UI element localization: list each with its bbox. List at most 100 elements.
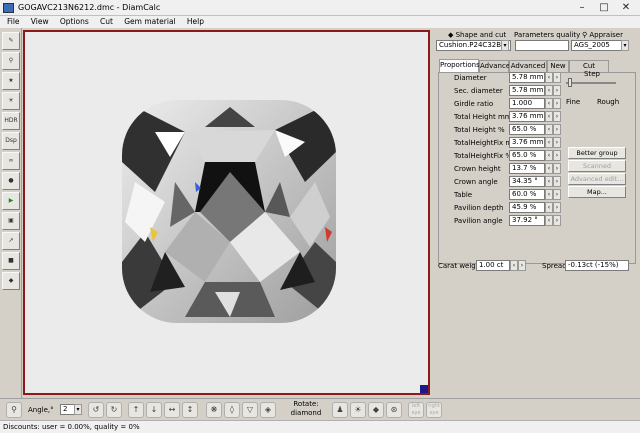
magnify-icon[interactable]: ⚲	[6, 402, 22, 418]
param-quality-field[interactable]	[515, 40, 569, 51]
title-bar: GOGAVC213N6212.dmc - DiamCalc – □ ✕	[0, 0, 640, 16]
param-increment-button[interactable]: ›	[553, 215, 561, 226]
carat-weight-field[interactable]: 1.00 ct	[476, 260, 510, 271]
param-decrement-button[interactable]: ‹	[545, 111, 553, 122]
render-icon[interactable]: ★	[2, 72, 20, 90]
flip-v-icon[interactable]: ↕	[182, 402, 198, 418]
menu-cut[interactable]: Cut	[100, 17, 113, 26]
tilt-down-icon[interactable]: ↓	[146, 402, 162, 418]
angle-dropdown-icon[interactable]: ▾	[74, 404, 82, 415]
param-decrement-button[interactable]: ‹	[545, 98, 553, 109]
param-value-field[interactable]: 65.0 %	[509, 150, 545, 161]
tab-advanced-2[interactable]: Advanced 2	[509, 60, 547, 81]
step-slider-thumb[interactable]	[568, 78, 572, 87]
param-decrement-button[interactable]: ‹	[545, 150, 553, 161]
gem-icon[interactable]: ◆	[368, 402, 384, 418]
better-group-button[interactable]: Better group	[568, 147, 626, 159]
export-icon[interactable]: ↗	[2, 232, 20, 250]
param-increment-button[interactable]: ›	[553, 150, 561, 161]
maximize-button[interactable]: □	[594, 1, 614, 15]
advanced-edit-button[interactable]: Advanced edit...	[568, 173, 626, 185]
carat-spin-down[interactable]: ‹	[510, 260, 518, 271]
param-increment-button[interactable]: ›	[553, 176, 561, 187]
param-decrement-button[interactable]: ‹	[545, 85, 553, 96]
param-increment-button[interactable]: ›	[553, 85, 561, 96]
tab-new[interactable]: New	[547, 60, 569, 72]
menu-file[interactable]: File	[7, 17, 20, 26]
map-button[interactable]: Map...	[568, 186, 626, 198]
param-increment-button[interactable]: ›	[553, 124, 561, 135]
menu-help[interactable]: Help	[187, 17, 204, 26]
param-increment-button[interactable]: ›	[553, 163, 561, 174]
dispersion-icon[interactable]: Dsp	[2, 132, 20, 150]
rotate-label: Rotate:	[293, 400, 319, 408]
menu-options[interactable]: Options	[60, 17, 89, 26]
side-view-icon[interactable]: ◊	[224, 402, 240, 418]
tab-proportions[interactable]: Proportions	[439, 59, 480, 72]
param-value-field[interactable]: 5.78 mm	[509, 72, 545, 83]
param-value-field[interactable]: 34.35 °	[509, 176, 545, 187]
menu-gem-material[interactable]: Gem material	[124, 17, 175, 26]
save-icon[interactable]: ■	[2, 252, 20, 270]
tilt-up-icon[interactable]: ↑	[128, 402, 144, 418]
right-eye-button[interactable]: right eye	[426, 402, 442, 418]
shape-cut-tab[interactable]: ◆ Shape and cut	[448, 31, 506, 39]
param-value-field[interactable]: 1.000	[509, 98, 545, 109]
param-increment-button[interactable]: ›	[553, 98, 561, 109]
flip-h-icon[interactable]: ↔	[164, 402, 180, 418]
grade-dropdown-icon[interactable]: ▾	[621, 40, 629, 51]
facet-icon[interactable]: ●	[2, 172, 20, 190]
param-decrement-button[interactable]: ‹	[545, 202, 553, 213]
param-value-field[interactable]: 3.76 mm	[509, 111, 545, 122]
left-eye-button[interactable]: left eye	[408, 402, 424, 418]
view-mode-icon[interactable]: ◆	[2, 272, 20, 290]
params-quality-tab[interactable]: Parameters quality	[514, 31, 580, 39]
person-icon[interactable]: ♟	[332, 402, 348, 418]
parameters-panel: ◆ Shape and cut Parameters quality ⚲ App…	[434, 28, 640, 398]
light-icon[interactable]: ☀	[2, 92, 20, 110]
param-increment-button[interactable]: ›	[553, 202, 561, 213]
bottom-view-icon[interactable]: ▽	[242, 402, 258, 418]
diamond-view-canvas[interactable]	[23, 30, 430, 395]
shape-dropdown-icon[interactable]: ▾	[501, 40, 509, 51]
param-increment-button[interactable]: ›	[553, 72, 561, 83]
param-value-field[interactable]: 13.7 %	[509, 163, 545, 174]
param-decrement-button[interactable]: ‹	[545, 189, 553, 200]
param-value-field[interactable]: 3.76 mm	[509, 137, 545, 148]
param-value-field[interactable]: 45.9 %	[509, 202, 545, 213]
close-button[interactable]: ✕	[616, 1, 636, 15]
param-decrement-button[interactable]: ‹	[545, 137, 553, 148]
play-icon[interactable]: ▶	[2, 192, 20, 210]
tab-advanced[interactable]: Advanced	[479, 60, 515, 72]
param-value-field[interactable]: 37.92 °	[509, 215, 545, 226]
scope-icon[interactable]: ⊛	[386, 402, 402, 418]
hdr-icon[interactable]: HDR	[2, 112, 20, 130]
iso-view-icon[interactable]: ◈	[260, 402, 276, 418]
param-decrement-button[interactable]: ‹	[545, 124, 553, 135]
shape-select[interactable]: Cushion.P24C32B	[436, 40, 511, 51]
scanned-reports-button[interactable]: Scanned reports...	[568, 160, 626, 180]
rotate-right-icon[interactable]: ↻	[106, 402, 122, 418]
param-value-field[interactable]: 5.78 mm	[509, 85, 545, 96]
param-increment-button[interactable]: ›	[553, 137, 561, 148]
param-value-field[interactable]: 65.0 %	[509, 124, 545, 135]
param-increment-button[interactable]: ›	[553, 111, 561, 122]
light-bulb-icon[interactable]: ☀	[350, 402, 366, 418]
appraiser-tab[interactable]: ⚲ Appraiser	[582, 31, 623, 39]
menu-view[interactable]: View	[31, 17, 49, 26]
resize-corner[interactable]	[420, 385, 428, 393]
open-icon[interactable]: ✎	[2, 32, 20, 50]
param-decrement-button[interactable]: ‹	[545, 215, 553, 226]
param-value-field[interactable]: 60.0 %	[509, 189, 545, 200]
carat-spin-up[interactable]: ›	[518, 260, 526, 271]
zoom-icon[interactable]: ⚲	[2, 52, 20, 70]
minimize-button[interactable]: –	[572, 1, 592, 15]
rotate-left-icon[interactable]: ↺	[88, 402, 104, 418]
param-decrement-button[interactable]: ‹	[545, 72, 553, 83]
glasses-icon[interactable]: ∞	[2, 152, 20, 170]
param-decrement-button[interactable]: ‹	[545, 163, 553, 174]
camera-icon[interactable]: ▣	[2, 212, 20, 230]
param-decrement-button[interactable]: ‹	[545, 176, 553, 187]
top-view-icon[interactable]: ❋	[206, 402, 222, 418]
param-increment-button[interactable]: ›	[553, 189, 561, 200]
